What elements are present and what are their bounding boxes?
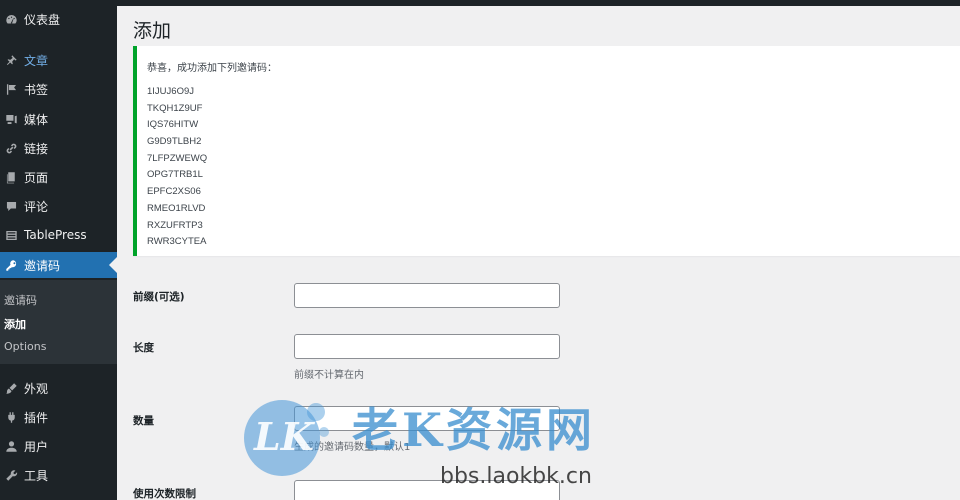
notice-message: 恭喜，成功添加下列邀请码： bbox=[147, 63, 277, 74]
invite-code: RWR3CYTEA bbox=[147, 236, 207, 248]
prefix-input[interactable] bbox=[294, 283, 560, 308]
pin-icon bbox=[0, 54, 22, 67]
watermark-logo: LK bbox=[238, 388, 334, 484]
admin-sidebar: 仪表盘 文章 书签 媒体 链接 页面 评论 TablePress 邀请码 邀请码… bbox=[0, 0, 117, 500]
bookmark-icon bbox=[0, 83, 22, 96]
prefix-label: 前缀(可选) bbox=[133, 291, 185, 303]
sidebar-item-label: 链接 bbox=[24, 141, 49, 156]
sidebar-item-plugins[interactable]: 插件 bbox=[0, 404, 117, 430]
length-description: 前缀不计算在内 bbox=[294, 370, 364, 381]
sidebar-item-links[interactable]: 链接 bbox=[0, 135, 117, 161]
invite-code: TKQH1Z9UF bbox=[147, 102, 203, 114]
link-icon bbox=[0, 142, 22, 155]
watermark-logo-text: LK bbox=[254, 414, 314, 459]
media-icon bbox=[0, 113, 22, 126]
brush-icon bbox=[0, 382, 22, 395]
sidebar-item-label: 用户 bbox=[24, 439, 49, 454]
sidebar-item-posts[interactable]: 文章 bbox=[0, 47, 117, 73]
invite-code: RMEO1RLVD bbox=[147, 202, 206, 214]
sidebar-item-label: 外观 bbox=[24, 381, 49, 396]
sidebar-item-label: 页面 bbox=[24, 170, 49, 185]
usage-limit-label: 使用次数限制 bbox=[133, 488, 196, 500]
invite-code: 1IJUJ6O9J bbox=[147, 86, 194, 97]
count-label: 数量 bbox=[133, 415, 154, 427]
key-icon bbox=[0, 259, 22, 272]
sidebar-item-invite-codes[interactable]: 邀请码 bbox=[0, 252, 117, 278]
page-icon bbox=[0, 171, 22, 184]
sidebar-item-pages[interactable]: 页面 bbox=[0, 164, 117, 190]
submenu-item-options[interactable]: Options bbox=[4, 340, 46, 353]
sidebar-item-label: 文章 bbox=[24, 53, 49, 68]
sidebar-item-label: 工具 bbox=[24, 468, 49, 483]
invite-code: OPG7TRB1L bbox=[147, 169, 203, 181]
sidebar-item-media[interactable]: 媒体 bbox=[0, 106, 117, 132]
sidebar-item-label: 书签 bbox=[24, 82, 49, 97]
invite-code: G9D9TLBH2 bbox=[147, 136, 202, 148]
sidebar-item-label: 评论 bbox=[24, 199, 49, 214]
comment-icon bbox=[0, 200, 22, 213]
sidebar-item-dashboard[interactable]: 仪表盘 bbox=[0, 6, 117, 32]
submenu-item-add[interactable]: 添加 bbox=[4, 316, 26, 332]
length-label: 长度 bbox=[133, 342, 154, 354]
success-notice: 恭喜，成功添加下列邀请码： 1IJUJ6O9J TKQH1Z9UF IQS76H… bbox=[133, 46, 960, 256]
sidebar-item-tools[interactable]: 工具 bbox=[0, 462, 117, 488]
sidebar-item-label: 邀请码 bbox=[24, 258, 61, 273]
dashboard-icon bbox=[0, 13, 22, 26]
sidebar-item-users[interactable]: 用户 bbox=[0, 433, 117, 459]
sidebar-item-label: TablePress bbox=[24, 228, 87, 242]
sidebar-submenu: 邀请码 添加 Options bbox=[0, 280, 117, 364]
sidebar-item-bookmarks[interactable]: 书签 bbox=[0, 76, 117, 102]
user-icon bbox=[0, 440, 22, 453]
watermark-text: 老K资源网 bbox=[352, 403, 596, 457]
invite-code: EPFC2XS06 bbox=[147, 186, 201, 198]
sidebar-item-label: 仪表盘 bbox=[24, 12, 61, 27]
sidebar-item-comments[interactable]: 评论 bbox=[0, 193, 117, 219]
invite-code: 7LFPZWEWQ bbox=[147, 152, 208, 164]
sidebar-item-appearance[interactable]: 外观 bbox=[0, 375, 117, 401]
page-title: 添加 bbox=[133, 20, 172, 42]
invite-code: IQS76HITW bbox=[147, 119, 199, 131]
invite-code: RXZUFRTP3 bbox=[147, 219, 203, 231]
sidebar-item-tablepress[interactable]: TablePress bbox=[0, 222, 117, 248]
plugin-icon bbox=[0, 411, 22, 424]
submenu-item-invite-codes[interactable]: 邀请码 bbox=[4, 292, 37, 308]
length-input[interactable] bbox=[294, 334, 560, 359]
table-icon bbox=[0, 229, 22, 242]
sidebar-item-label: 插件 bbox=[24, 410, 49, 425]
invite-code-list: 1IJUJ6O9J TKQH1Z9UF IQS76HITW G9D9TLBH2 … bbox=[147, 84, 207, 251]
sidebar-item-label: 媒体 bbox=[24, 112, 49, 127]
wrench-icon bbox=[0, 469, 22, 482]
watermark-url: bbs.laokbk.cn bbox=[440, 464, 592, 489]
